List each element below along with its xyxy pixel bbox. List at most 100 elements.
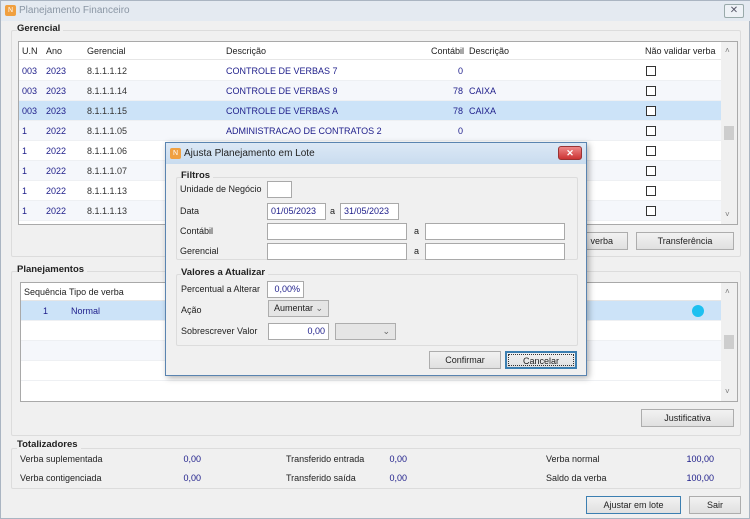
- total-value: 0,00: [389, 454, 407, 464]
- data-label: Data: [180, 206, 200, 216]
- acao-value: Aumentar: [274, 303, 314, 313]
- acao-label: Ação: [181, 305, 202, 315]
- table-row[interactable]: 003 2023 8.1.1.1.15 CONTROLE DE VERBAS A 78 C…: [19, 101, 721, 121]
- contabil-sep: a: [414, 226, 420, 236]
- cell-descricao2: CAIXA: [469, 86, 497, 96]
- cell-descricao2: CAIXA: [469, 106, 497, 116]
- cell-contabil: 0: [457, 66, 463, 76]
- cell-gerencial: 8.1.1.1.12: [87, 66, 128, 76]
- total-value: 0,00: [183, 473, 201, 483]
- col-contabil[interactable]: Contábil: [431, 42, 464, 60]
- cell-gerencial: 8.1.1.1.13: [87, 186, 128, 196]
- chevron-down-icon: ⌄: [382, 326, 390, 336]
- gerencial-title: Gerencial: [17, 23, 64, 34]
- sobrescrever-select[interactable]: ⌄: [335, 323, 396, 340]
- totalizadores-title: Totalizadores: [17, 439, 81, 450]
- cell-ano: 2022: [46, 206, 67, 216]
- dialog-title: Ajusta Planejamento em Lote: [184, 148, 315, 159]
- dialog-close-button[interactable]: ✕: [558, 146, 582, 160]
- window-title: Planejamento Financeiro: [19, 5, 130, 16]
- total-value: 0,00: [183, 454, 201, 464]
- cell-gerencial: 8.1.1.1.14: [87, 86, 128, 96]
- scroll-thumb[interactable]: [724, 126, 734, 140]
- table-row[interactable]: 003 2023 8.1.1.1.12 CONTROLE DE VERBAS 7 0: [19, 61, 721, 81]
- total-label: Verba suplementada: [20, 454, 103, 464]
- grid-header: U.N Ano Gerencial Descrição Contábil Des…: [19, 42, 737, 60]
- col-descricao[interactable]: Descrição: [226, 42, 266, 60]
- scrollbar[interactable]: ˄ ˅: [721, 283, 737, 401]
- nao-validar-checkbox[interactable]: [646, 206, 656, 216]
- cell-contabil: 78: [452, 86, 463, 96]
- data-to-input[interactable]: 31/05/2023: [340, 203, 399, 220]
- col-ano[interactable]: Ano: [46, 42, 62, 60]
- cell-contabil: 0: [457, 126, 463, 136]
- scroll-thumb[interactable]: [724, 335, 734, 349]
- table-row[interactable]: 1 2022 8.1.1.1.05 ADMINISTRACAO DE CONTRATO…: [19, 121, 721, 141]
- scroll-down-icon[interactable]: ˅: [725, 210, 730, 219]
- scrollbar[interactable]: ˄ ˅: [721, 42, 737, 224]
- app-icon: N: [5, 5, 16, 16]
- cell-un: 1: [22, 146, 28, 156]
- valores-title: Valores a Atualizar: [181, 267, 269, 278]
- scroll-down-icon[interactable]: ˅: [725, 387, 730, 396]
- nao-validar-checkbox[interactable]: [646, 146, 656, 156]
- scroll-up-icon[interactable]: ˄: [725, 287, 730, 296]
- percentual-label: Percentual a Alterar: [181, 284, 261, 294]
- title-bar: Planejamento Financeiro: [1, 1, 750, 21]
- nao-validar-checkbox[interactable]: [646, 186, 656, 196]
- unidade-input[interactable]: [267, 181, 292, 198]
- col-nao-validar[interactable]: Não validar verba: [645, 42, 716, 60]
- cell-un: 003: [22, 106, 38, 116]
- sequencia: 1: [43, 306, 49, 316]
- unidade-label: Unidade de Negócio: [180, 184, 262, 194]
- gerencial-to-input[interactable]: [425, 243, 565, 260]
- cell-un: 1: [22, 186, 28, 196]
- sobrescrever-input[interactable]: 0,00: [268, 323, 329, 340]
- cell-un: 1: [22, 206, 28, 216]
- gerencial-label: Gerencial: [180, 246, 219, 256]
- nao-validar-checkbox[interactable]: [646, 166, 656, 176]
- sair-button[interactable]: Sair: [689, 496, 741, 514]
- nao-validar-checkbox[interactable]: [646, 86, 656, 96]
- nao-validar-checkbox[interactable]: [646, 126, 656, 136]
- cell-un: 003: [22, 66, 38, 76]
- nao-validar-checkbox[interactable]: [646, 106, 656, 116]
- confirmar-button[interactable]: Confirmar: [429, 351, 501, 369]
- cell-gerencial: 8.1.1.1.06: [87, 146, 128, 156]
- nao-validar-checkbox[interactable]: [646, 66, 656, 76]
- col-gerencial[interactable]: Gerencial: [87, 42, 126, 60]
- acao-select[interactable]: Aumentar ⌄: [268, 300, 329, 317]
- ajusta-planejamento-dialog: Ajusta Planejamento em Lote N ✕ Filtros …: [165, 142, 587, 376]
- contabil-from-input[interactable]: [267, 223, 407, 240]
- cell-gerencial: 8.1.1.1.05: [87, 126, 128, 136]
- chevron-down-icon: ⌄: [315, 303, 323, 313]
- total-value: 0,00: [389, 473, 407, 483]
- col-sequencia[interactable]: Sequência: [24, 283, 67, 301]
- total-value: 100,00: [686, 473, 714, 483]
- contabil-label: Contábil: [180, 226, 214, 236]
- cancelar-button[interactable]: Cancelar: [505, 351, 577, 369]
- status-dot-icon: [692, 305, 704, 317]
- table-row[interactable]: 003 2023 8.1.1.1.14 CONTROLE DE VERBAS 9 78 C…: [19, 81, 721, 101]
- cell-ano: 2022: [46, 166, 67, 176]
- data-from-input[interactable]: 01/05/2023: [267, 203, 326, 220]
- percentual-input[interactable]: 0,00%: [267, 281, 304, 298]
- planejamentos-title: Planejamentos: [17, 264, 88, 275]
- cell-un: 003: [22, 86, 38, 96]
- cell-gerencial: 8.1.1.1.15: [87, 106, 128, 116]
- justificativa-button[interactable]: Justificativa: [641, 409, 734, 427]
- col-descricao2[interactable]: Descrição: [469, 42, 509, 60]
- ajustar-em-lote-button[interactable]: Ajustar em lote: [586, 496, 681, 514]
- cell-descricao: ADMINISTRACAO DE CONTRATOS 2: [226, 126, 382, 136]
- col-tipo-verba[interactable]: Tipo de verba: [69, 283, 124, 301]
- close-window-button[interactable]: ✕: [724, 4, 744, 18]
- tipo-verba: Normal: [71, 306, 101, 316]
- cell-un: 1: [22, 166, 28, 176]
- transferencia-button[interactable]: Transferência: [636, 232, 734, 250]
- scroll-up-icon[interactable]: ˄: [725, 46, 730, 55]
- total-label: Verba contigenciada: [20, 473, 102, 483]
- contabil-to-input[interactable]: [425, 223, 565, 240]
- col-un[interactable]: U.N: [22, 42, 38, 60]
- gerencial-from-input[interactable]: [267, 243, 407, 260]
- cell-ano: 2023: [46, 66, 67, 76]
